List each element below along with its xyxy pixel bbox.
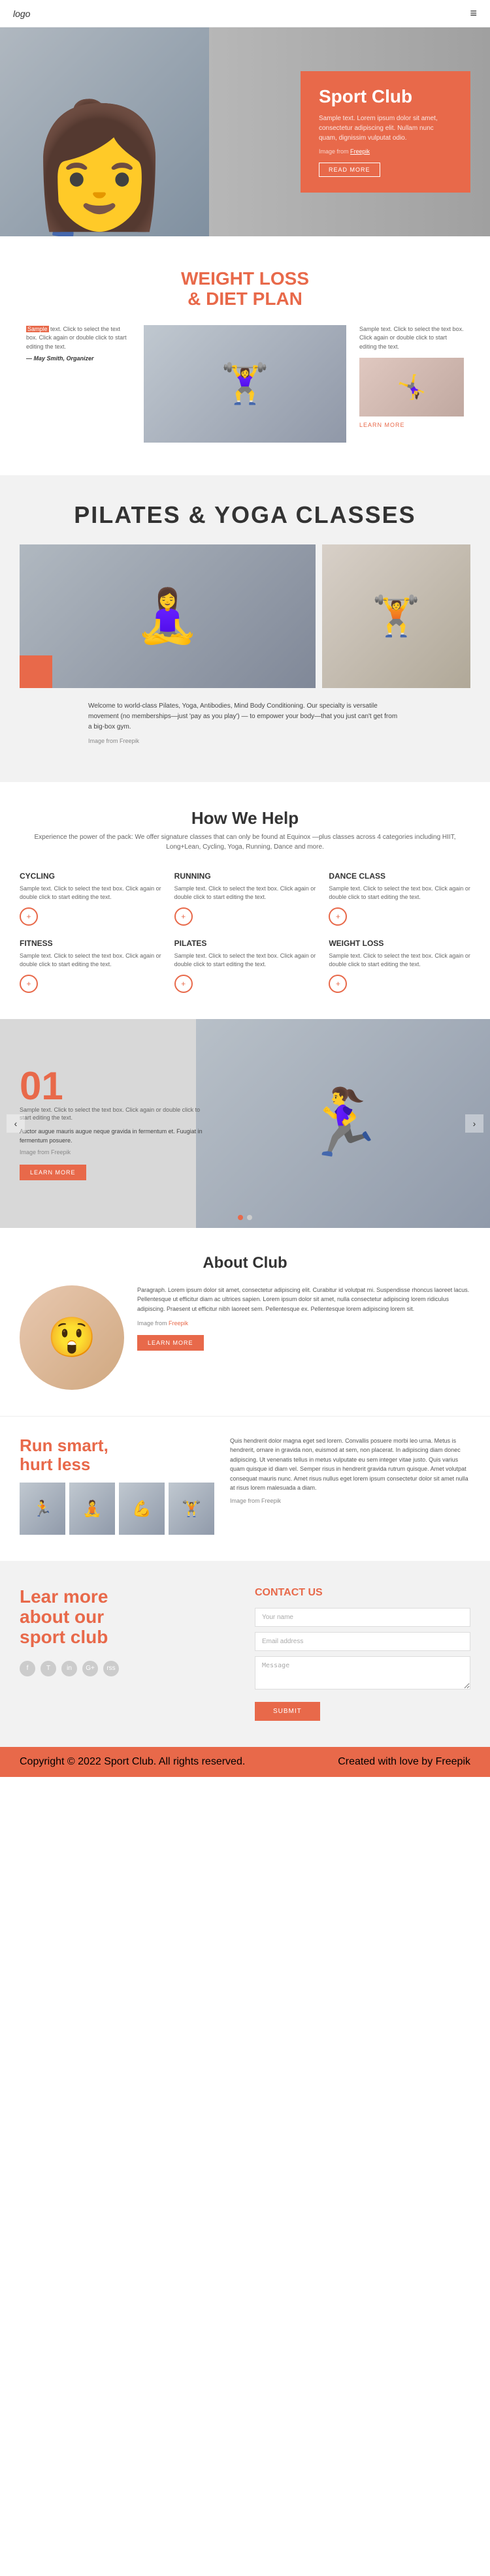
weight-loss-quote: Sample text. Click to select the text bo…	[26, 325, 131, 362]
footer-copyright: Copyright © 2022 Sport Club. All rights …	[20, 1756, 245, 1768]
carousel-content: 01 Sample text. Click to select the text…	[20, 1019, 203, 1228]
help-item-expand-icon[interactable]: +	[329, 907, 347, 926]
run-smart-photos: 🏃🧘💪🏋	[20, 1483, 214, 1535]
about-title: About Club	[20, 1254, 470, 1272]
pilates-main-image: 🧘‍♀️	[20, 544, 316, 688]
help-item-expand-icon[interactable]: +	[20, 907, 38, 926]
carousel-section: 🏃‍♀️ 01 Sample text. Click to select the…	[0, 1019, 490, 1228]
hero-image: 🏃‍♀️	[0, 27, 209, 236]
footer-tagline: Lear more about our sport club	[20, 1587, 235, 1647]
help-item-text: Sample text. Click to select the text bo…	[329, 885, 470, 902]
run-smart-photo: 🏃	[20, 1483, 65, 1535]
carousel-next-button[interactable]: ›	[465, 1114, 483, 1133]
footer-bottom: Copyright © 2022 Sport Club. All rights …	[0, 1747, 490, 1777]
how-help-title: How We Help	[20, 808, 470, 828]
hero-description: Sample text. Lorem ipsum dolor sit amet,…	[319, 114, 452, 143]
footer-left: Lear more about our sport club fTin G+ rss	[20, 1587, 235, 1676]
weight-loss-learn-more[interactable]: LEARN MORE	[359, 422, 464, 428]
help-item: FITNESS Sample text. Click to select the…	[20, 939, 161, 993]
help-item: WEIGHT LOSS Sample text. Click to select…	[329, 939, 470, 993]
run-smart-photo: 💪	[119, 1483, 165, 1535]
weight-loss-title: WEIGHT LOSS & DIET PLAN	[181, 269, 309, 309]
how-help-grid: CYCLING Sample text. Click to select the…	[20, 872, 470, 993]
about-image: 😲	[20, 1285, 124, 1390]
help-item-text: Sample text. Click to select the text bo…	[20, 885, 161, 902]
footer-top: Lear more about our sport club fTin G+ rss…	[0, 1561, 490, 1747]
social-icon[interactable]: G+	[82, 1661, 98, 1676]
submit-button[interactable]: SUBMIT	[255, 1702, 320, 1721]
help-item-title: WEIGHT LOSS	[329, 939, 470, 948]
footer-right: CONTACT US SUBMIT	[255, 1587, 470, 1721]
carousel-dots	[238, 1215, 252, 1220]
about-text: Paragraph. Lorem ipsum dolor sit amet, c…	[137, 1285, 470, 1351]
pilates-description: Welcome to world-class Pilates, Yoga, An…	[88, 701, 402, 746]
run-smart-photo: 🏋	[169, 1483, 214, 1535]
help-item-expand-icon[interactable]: +	[329, 975, 347, 993]
help-item-title: PILATES	[174, 939, 316, 948]
help-item-title: RUNNING	[174, 872, 316, 881]
help-item-text: Sample text. Click to select the text bo…	[174, 885, 316, 902]
contact-us-title: CONTACT US	[255, 1587, 470, 1599]
header: logo ≡	[0, 0, 490, 27]
about-credit-link[interactable]: Freepik	[169, 1320, 188, 1327]
social-icon[interactable]: T	[41, 1661, 56, 1676]
social-icons: fTin G+ rss	[20, 1661, 235, 1676]
help-item: CYCLING Sample text. Click to select the…	[20, 872, 161, 926]
social-icon[interactable]: in	[61, 1661, 77, 1676]
help-item-expand-icon[interactable]: +	[20, 975, 38, 993]
how-help-section: How We Help Experience the power of the …	[0, 782, 490, 1019]
contact-form: SUBMIT	[255, 1608, 470, 1721]
weight-loss-right: Sample text. Click to select the text bo…	[359, 325, 464, 429]
pilates-yoga-section: PILATES & YOGA CLASSES 🧘‍♀️ 🏋️ Welcome t…	[0, 475, 490, 782]
help-item-text: Sample text. Click to select the text bo…	[174, 952, 316, 969]
about-club-section: About Club 😲 Paragraph. Lorem ipsum dolo…	[0, 1228, 490, 1416]
carousel-dot-1[interactable]	[238, 1215, 243, 1220]
footer-credits: Created with love by Freepik	[338, 1756, 470, 1768]
pilates-images: 🧘‍♀️ 🏋️	[20, 544, 470, 688]
help-item: PILATES Sample text. Click to select the…	[174, 939, 316, 993]
help-item-title: CYCLING	[20, 872, 161, 881]
run-smart-left: Run smart, hurt less 🏃🧘💪🏋	[20, 1436, 214, 1535]
help-item-text: Sample text. Click to select the text bo…	[20, 952, 161, 969]
how-help-subtitle: Experience the power of the pack: We off…	[20, 832, 470, 852]
message-input[interactable]	[255, 1656, 470, 1689]
carousel-image: 🏃‍♀️	[196, 1019, 490, 1228]
weight-loss-main-image: 🏋️‍♀️	[144, 325, 346, 443]
carousel-dot-2[interactable]	[247, 1215, 252, 1220]
run-smart-title: Run smart, hurt less	[20, 1436, 214, 1473]
help-item-title: FITNESS	[20, 939, 161, 948]
social-icon[interactable]: f	[20, 1661, 35, 1676]
hero-read-more-button[interactable]: READ MORE	[319, 163, 380, 177]
run-smart-section: Run smart, hurt less 🏃🧘💪🏋 Quis hendrerit…	[0, 1416, 490, 1561]
help-item-title: DANCE CLASS	[329, 872, 470, 881]
menu-icon[interactable]: ≡	[470, 7, 477, 20]
carousel-prev-button[interactable]: ‹	[7, 1114, 25, 1133]
run-smart-photo: 🧘	[69, 1483, 115, 1535]
carousel-learn-more-button[interactable]: LEARN MORE	[20, 1165, 86, 1180]
pilates-yoga-title: PILATES & YOGA CLASSES	[20, 501, 470, 529]
help-item-expand-icon[interactable]: +	[174, 975, 193, 993]
weight-loss-section: WEIGHT LOSS & DIET PLAN Sample text. Cli…	[0, 236, 490, 475]
about-learn-more-button[interactable]: LEARN MORE	[137, 1335, 204, 1351]
help-item-expand-icon[interactable]: +	[174, 907, 193, 926]
hero-card: Sport Club Sample text. Lorem ipsum dolo…	[301, 71, 470, 193]
logo: logo	[13, 8, 30, 19]
help-item-text: Sample text. Click to select the text bo…	[329, 952, 470, 969]
email-input[interactable]	[255, 1632, 470, 1651]
run-smart-right: Quis hendrerit dolor magna eget sed lore…	[230, 1436, 470, 1510]
carousel-number: 01	[20, 1067, 203, 1106]
pilates-secondary-image: 🏋️	[322, 544, 470, 688]
hero-credit-link[interactable]: Freepik	[350, 148, 370, 155]
hero-section: 🏃‍♀️ Sport Club Sample text. Lorem ipsum…	[0, 27, 490, 236]
help-item: DANCE CLASS Sample text. Click to select…	[329, 872, 470, 926]
name-input[interactable]	[255, 1608, 470, 1627]
help-item: RUNNING Sample text. Click to select the…	[174, 872, 316, 926]
social-icon[interactable]: rss	[103, 1661, 119, 1676]
hero-title: Sport Club	[319, 87, 452, 107]
hero-image-credit: Image from Freepik	[319, 148, 452, 155]
